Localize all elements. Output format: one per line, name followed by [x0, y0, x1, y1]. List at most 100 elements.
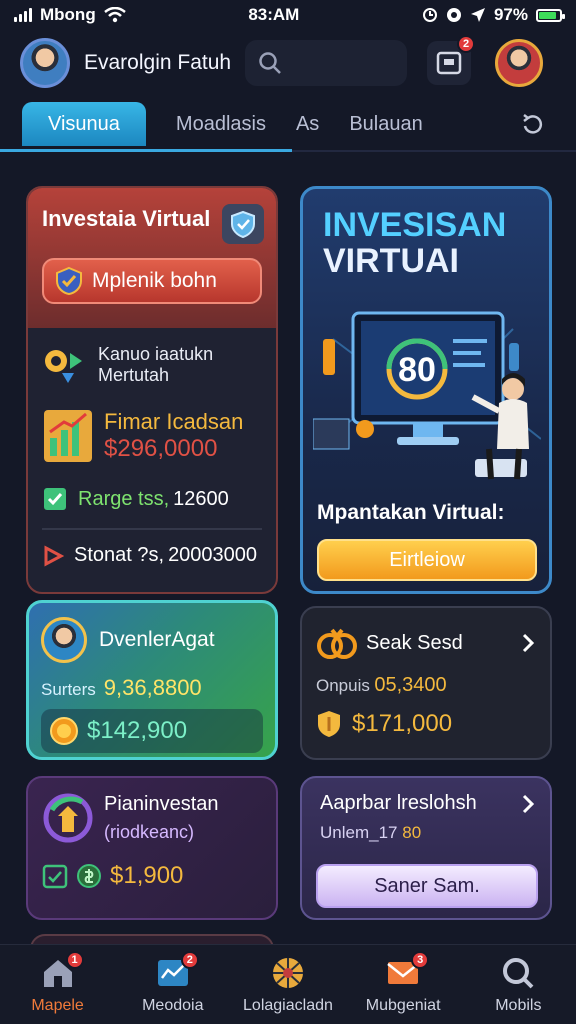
- stonat-label: Stonat ?s,: [74, 544, 165, 566]
- checkbox-icon: [44, 488, 66, 510]
- stonat-row: Stonat ?s, 20003000: [42, 544, 262, 567]
- hero-title-line-2: VIRTUAI: [323, 242, 459, 280]
- plan-balance: $1,900: [110, 862, 184, 889]
- battery-icon: [536, 8, 565, 22]
- hero-caption: Mpantakan Virtual:: [317, 501, 505, 524]
- battery-percent: 97%: [493, 5, 528, 24]
- fund-label: Fimar Icadsan: [104, 409, 244, 434]
- chevron-right-icon[interactable]: [520, 632, 536, 654]
- nav-item-mobile[interactable]: Mobils: [463, 955, 573, 1015]
- seak-balance-row: $171,000: [316, 709, 536, 739]
- range-label: Rarge tss,: [78, 487, 170, 510]
- tab-moadlasis[interactable]: Moadlasis: [176, 113, 266, 136]
- coin-icon: [50, 717, 78, 745]
- screen-number: 80: [398, 351, 436, 389]
- fund-row: Fimar Icadsan $296,0000: [42, 408, 262, 464]
- invest-action-label: Mplenik bohn: [92, 269, 217, 292]
- app-title: Evarolgin Fatuh: [84, 51, 232, 74]
- notifications-button[interactable]: 2: [427, 35, 476, 85]
- overview-card[interactable]: DvenlerAgat Surters 9,36,8800 $142,900: [26, 600, 278, 760]
- user-avatar: [41, 617, 87, 663]
- overview-sub-label: Surters: [41, 680, 96, 699]
- inbox-icon: [436, 51, 462, 75]
- info-line-1: Kanuo iaatukn: [98, 344, 214, 364]
- stonat-value: 20003000: [168, 544, 258, 566]
- nav-item-media[interactable]: 2 Meodoia: [118, 950, 228, 1015]
- app-header: Evarolgin Fatuh 2: [0, 32, 576, 94]
- info-line-2: Mertutah: [98, 365, 170, 385]
- cellular-signal-icon: [14, 8, 32, 22]
- overview-balance: $142,900: [87, 717, 188, 744]
- plan-subtitle: (riodkeanc): [104, 822, 195, 842]
- apr-action-button[interactable]: Saner Sam.: [316, 864, 538, 908]
- nav-label-media: Meodoia: [142, 996, 204, 1014]
- plan-balance-row: $1,900: [42, 862, 262, 890]
- globe-icon: [272, 957, 303, 988]
- wifi-icon: [103, 7, 126, 23]
- calendar-check-icon: [42, 864, 68, 889]
- overview-balance-row: $142,900: [41, 709, 263, 753]
- active-tab-indicator: [0, 149, 292, 152]
- refresh-icon[interactable]: [520, 112, 544, 136]
- plan-card[interactable]: Pianinvestan (riodkeanc) $1,900: [26, 776, 278, 920]
- tab-visunua[interactable]: Visunua: [22, 102, 146, 146]
- info-row: Kanuo iaatukn Mertutah: [42, 344, 262, 386]
- search-button[interactable]: [245, 40, 408, 86]
- notification-badge: 2: [457, 35, 476, 53]
- presentation-illustration: 80: [313, 311, 541, 480]
- seak-card[interactable]: Seak Sesd Onpuis 05,3400 $171,000: [300, 606, 552, 760]
- plan-title: Pianinvestan: [104, 793, 219, 815]
- nav-badge: 2: [180, 950, 199, 969]
- hero-title-line-1: INVESISAN: [323, 206, 507, 244]
- fund-value: $296,0000: [104, 435, 218, 462]
- carrier-name: Mbong: [40, 5, 96, 24]
- badge-check-icon: [56, 266, 82, 296]
- nav-item-explore[interactable]: Lolagiacladn: [233, 955, 343, 1015]
- nav-label-home: Mapele: [31, 996, 84, 1014]
- nav-label-explore: Lolagiacladn: [243, 996, 333, 1014]
- location-icon: [470, 8, 485, 22]
- seak-balance: $171,000: [352, 710, 453, 737]
- overview-sub-value: 9,36,8800: [103, 675, 202, 700]
- nav-label-messages: Mubgeniat: [365, 996, 441, 1014]
- status-bar: Mbong 83:AM 97%: [0, 0, 576, 30]
- map-pin-icon: [45, 350, 82, 383]
- handshake-icon: [317, 628, 357, 659]
- dollar-coin-icon: [77, 864, 101, 888]
- overview-title: DvenlerAgat: [99, 628, 215, 651]
- tab-bulauan[interactable]: Bulauan: [349, 113, 422, 136]
- app-logo-avatar[interactable]: [20, 38, 70, 88]
- apr-card[interactable]: Aaprbar lreslohsh Unlem_17 80 Saner Sam.: [300, 776, 552, 920]
- dnd-icon: [446, 8, 461, 22]
- apr-sub-value: 80: [402, 823, 422, 842]
- seak-title: Seak Sesd: [366, 631, 463, 654]
- apr-sub-label: Unlem_17: [320, 823, 398, 842]
- profile-avatar[interactable]: [495, 39, 544, 87]
- investment-card[interactable]: Investaia Virtual Mplenik bohn Kanuo iaa…: [26, 186, 278, 594]
- divider: [42, 528, 262, 530]
- range-value: 12600: [173, 487, 229, 510]
- nav-badge: 3: [411, 950, 430, 969]
- alarm-icon: [422, 8, 437, 22]
- virtual-investment-hero-card[interactable]: INVESISAN VIRTUAI 80 Mpantakan Virtual: …: [300, 186, 552, 594]
- nav-label-mobile: Mobils: [495, 996, 542, 1014]
- nav-badge: 1: [65, 950, 84, 969]
- search-icon: [503, 957, 534, 988]
- tab-as[interactable]: As: [296, 113, 319, 136]
- status-time: 83:AM: [248, 5, 300, 24]
- tab-bar: Visunua Moadlasis As Bulauan: [0, 98, 576, 152]
- nav-item-messages[interactable]: 3 Mubgeniat: [348, 950, 458, 1015]
- seak-sub-label: Onpuis: [316, 676, 370, 695]
- growth-ring-icon: [43, 793, 93, 843]
- range-row: Rarge tss, 12600: [42, 486, 262, 512]
- invest-action-button[interactable]: Mplenik bohn: [42, 258, 262, 304]
- chevron-right-icon[interactable]: [520, 793, 536, 815]
- hero-cta-button[interactable]: Eirtleiow: [317, 539, 537, 581]
- search-icon: [259, 52, 281, 74]
- nav-item-home[interactable]: 1 Mapele: [3, 950, 113, 1015]
- play-icon: [44, 545, 64, 566]
- bottom-navigation: 1 Mapele 2 Meodoia Lolagiacladn 3 Mubgen…: [0, 944, 576, 1024]
- hero-title: INVESISAN VIRTUAI: [323, 207, 529, 279]
- shield-icon: [222, 204, 264, 244]
- shield-coin-icon: [318, 711, 340, 737]
